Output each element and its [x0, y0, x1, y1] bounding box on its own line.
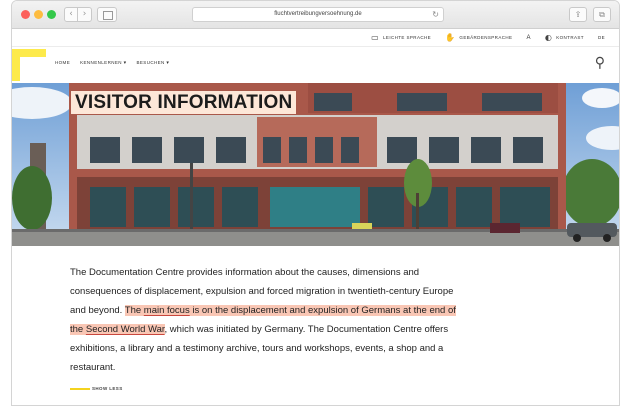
font-size-icon: A — [526, 34, 531, 41]
nav-item-besuchen-label: BESUCHEN — [136, 60, 165, 65]
sign-language-label: GEBÄRDENSPRACHE — [459, 35, 513, 40]
url-text: fluchtvertreibungversoehnung.de — [274, 11, 362, 17]
language-switch[interactable]: DE — [598, 35, 605, 40]
highlight-text-1: The — [124, 305, 144, 316]
show-less-accent — [70, 387, 90, 390]
maximize-window-button[interactable] — [47, 10, 56, 19]
page-title: VISITOR INFORMATION — [71, 91, 297, 114]
nav-item-home-label: HOME — [55, 60, 71, 65]
sign-language-icon: ✋ — [445, 33, 456, 42]
accessibility-bar: ▭ LEICHTE SPRACHE ✋ GEBÄRDENSPRACHE A ◐ … — [12, 29, 619, 47]
contrast-icon: ◐ — [544, 33, 553, 42]
chevron-right-icon[interactable]: › — [78, 7, 92, 22]
close-window-button[interactable] — [21, 10, 30, 19]
browser-titlebar: ‹ › fluchtvertreibungversoehnung.de ↻ ⇪ … — [12, 1, 619, 29]
chevron-left-icon[interactable]: ‹ — [64, 7, 78, 22]
chevron-down-icon: ▾ — [123, 60, 127, 66]
nav-item-besuchen[interactable]: BESUCHEN ▾ — [137, 60, 170, 66]
book-icon: ▭ — [371, 33, 380, 42]
browser-window: ‹ › fluchtvertreibungversoehnung.de ↻ ⇪ … — [11, 0, 620, 406]
intro-paragraph: The Documentation Centre provides inform… — [70, 263, 470, 377]
browser-toolbar-right: ⇪ ⧉ — [569, 7, 611, 22]
second-world-war-link[interactable]: Second World War — [85, 324, 165, 335]
show-less-button[interactable]: SHOW LESS — [70, 386, 123, 391]
nav-links: HOME KENNENLERNEN ▾ BESUCHEN ▾ — [55, 60, 169, 66]
address-bar[interactable]: fluchtvertreibungversoehnung.de ↻ — [192, 7, 444, 22]
nav-item-home[interactable]: HOME — [55, 60, 70, 66]
nav-item-kennenlernen[interactable]: KENNENLERNEN ▾ — [80, 60, 126, 66]
sign-language-link[interactable]: ✋ GEBÄRDENSPRACHE — [445, 33, 512, 42]
reload-icon[interactable]: ↻ — [432, 8, 439, 21]
font-size-toggle[interactable]: A — [526, 35, 530, 41]
share-icon[interactable]: ⇪ — [569, 7, 587, 22]
main-navigation: HOME KENNENLERNEN ▾ BESUCHEN ▾ ⚲ — [12, 47, 619, 83]
logo-mark-vertical — [12, 49, 20, 81]
show-less-label: SHOW LESS — [92, 386, 123, 391]
nav-item-kennenlernen-label: KENNENLERNEN — [80, 60, 122, 65]
sidebar-toggle-icon[interactable] — [97, 7, 117, 22]
contrast-toggle[interactable]: ◐ KONTRAST — [545, 33, 584, 42]
easy-language-link[interactable]: ▭ LEICHTE SPRACHE — [371, 33, 431, 42]
tabs-icon[interactable]: ⧉ — [593, 7, 611, 22]
language-label: DE — [597, 35, 605, 40]
history-nav: ‹ › — [64, 7, 92, 22]
contrast-label: KONTRAST — [556, 35, 584, 40]
easy-language-label: LEICHTE SPRACHE — [383, 35, 432, 40]
main-focus-link[interactable]: main focus — [143, 305, 190, 316]
search-icon[interactable]: ⚲ — [595, 55, 605, 71]
minimize-window-button[interactable] — [34, 10, 43, 19]
chevron-down-icon: ▾ — [166, 60, 170, 66]
hero-image: VISITOR INFORMATION — [12, 83, 619, 246]
